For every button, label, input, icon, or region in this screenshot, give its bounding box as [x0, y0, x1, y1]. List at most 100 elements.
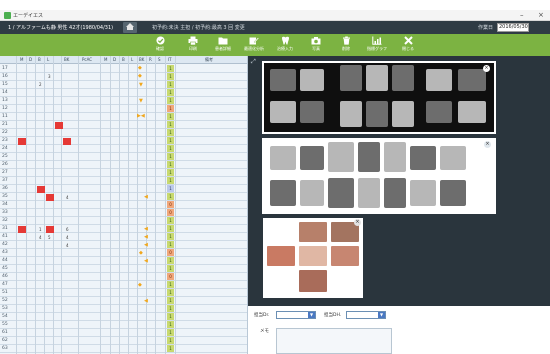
table-row[interactable]: 32 1: [0, 217, 247, 225]
status-badge[interactable]: 1: [167, 89, 174, 96]
table-row[interactable]: 11 1: [0, 113, 247, 121]
memo-textarea[interactable]: [276, 328, 392, 354]
table-row[interactable]: 23 1: [0, 137, 247, 145]
status-badge[interactable]: 1: [167, 153, 174, 160]
status-badge[interactable]: 1: [167, 105, 174, 112]
table-row[interactable]: 63 1: [0, 345, 247, 353]
table-row[interactable]: 21 1: [0, 121, 247, 129]
table-row[interactable]: 53 1: [0, 305, 247, 313]
index-graph-button[interactable]: 指標グラフ: [364, 35, 390, 55]
status-badge[interactable]: 1: [167, 297, 174, 304]
status-badge[interactable]: 1: [167, 193, 174, 200]
table-row[interactable]: 34 0: [0, 201, 247, 209]
table-row[interactable]: 45 1: [0, 265, 247, 273]
status-badge[interactable]: 1: [167, 145, 174, 152]
status-badge[interactable]: 1: [167, 97, 174, 104]
xray-series-top[interactable]: ×: [262, 61, 496, 134]
marked-cell[interactable]: [37, 186, 45, 193]
home-icon[interactable]: [123, 22, 137, 33]
status-badge[interactable]: 1: [167, 137, 174, 144]
marked-cell[interactable]: [18, 138, 26, 145]
status-badge[interactable]: 1: [167, 217, 174, 224]
status-badge[interactable]: 1: [167, 345, 174, 352]
analysis-button[interactable]: 最適化分析: [241, 35, 267, 55]
xray-series-middle[interactable]: ×: [262, 138, 496, 214]
table-row[interactable]: 17 1: [0, 65, 247, 73]
table-row[interactable]: 46 0: [0, 273, 247, 281]
table-row[interactable]: 16 1: [0, 73, 247, 81]
table-row[interactable]: 61 1: [0, 329, 247, 337]
table-row[interactable]: 52 1: [0, 297, 247, 305]
table-row[interactable]: 35 1: [0, 193, 247, 201]
doctor-select[interactable]: ▼: [276, 311, 316, 319]
status-badge[interactable]: 1: [167, 81, 174, 88]
status-badge[interactable]: 1: [167, 73, 174, 80]
status-badge[interactable]: 1: [167, 177, 174, 184]
marked-cell[interactable]: [46, 226, 54, 233]
table-row[interactable]: 27 1: [0, 169, 247, 177]
table-row[interactable]: 62 1: [0, 337, 247, 345]
table-row[interactable]: 33 0: [0, 209, 247, 217]
table-row[interactable]: 13 1: [0, 97, 247, 105]
marked-cell[interactable]: [63, 138, 71, 145]
close-icon[interactable]: ×: [484, 141, 491, 148]
table-row[interactable]: 31 1: [0, 225, 247, 233]
minimize-icon[interactable]: –: [520, 11, 524, 20]
status-badge[interactable]: 1: [167, 305, 174, 312]
expand-icon[interactable]: ⤢: [251, 58, 256, 66]
table-row[interactable]: 44 1: [0, 257, 247, 265]
status-badge[interactable]: 0: [167, 249, 174, 256]
table-row[interactable]: 47 1: [0, 281, 247, 289]
treatment-input-button[interactable]: 治療入力: [272, 35, 298, 55]
table-row[interactable]: 25 1: [0, 153, 247, 161]
close-icon[interactable]: ×: [483, 65, 490, 72]
table-row[interactable]: 51 1: [0, 289, 247, 297]
table-row[interactable]: 24 1: [0, 145, 247, 153]
status-badge[interactable]: 1: [167, 321, 174, 328]
table-row[interactable]: 22 1: [0, 129, 247, 137]
photo-button[interactable]: 写真: [303, 35, 329, 55]
patient-detail-button[interactable]: 患者詳細: [210, 35, 236, 55]
marked-cell[interactable]: [46, 194, 54, 201]
marked-cell[interactable]: [55, 122, 63, 129]
status-badge[interactable]: 1: [167, 241, 174, 248]
table-row[interactable]: 41 1: [0, 233, 247, 241]
status-badge[interactable]: 0: [167, 209, 174, 216]
status-badge[interactable]: 1: [167, 289, 174, 296]
delete-button[interactable]: 削除: [333, 35, 359, 55]
table-row[interactable]: 42 1: [0, 241, 247, 249]
print-button[interactable]: 印刷: [180, 35, 206, 55]
close-button[interactable]: 閉じる: [395, 35, 421, 55]
status-badge[interactable]: 1: [167, 257, 174, 264]
work-date-input[interactable]: 2016/05/30: [497, 23, 529, 32]
table-row[interactable]: 12 1: [0, 105, 247, 113]
status-badge[interactable]: 1: [167, 329, 174, 336]
close-icon[interactable]: ×: [354, 219, 361, 226]
status-badge[interactable]: 1: [167, 185, 174, 192]
status-badge[interactable]: 1: [167, 121, 174, 128]
status-badge[interactable]: 1: [167, 265, 174, 272]
status-badge[interactable]: 1: [167, 225, 174, 232]
table-row[interactable]: 37 1: [0, 177, 247, 185]
status-badge[interactable]: 1: [167, 337, 174, 344]
status-badge[interactable]: 1: [167, 233, 174, 240]
status-badge[interactable]: 1: [167, 65, 174, 72]
status-badge[interactable]: 1: [167, 169, 174, 176]
marked-cell[interactable]: [18, 226, 26, 233]
hygienist-select[interactable]: ▼: [346, 311, 386, 319]
status-badge[interactable]: 0: [167, 201, 174, 208]
table-row[interactable]: 54 1: [0, 313, 247, 321]
table-row[interactable]: 55 1: [0, 321, 247, 329]
status-badge[interactable]: 1: [167, 281, 174, 288]
table-row[interactable]: 26 1: [0, 161, 247, 169]
table-row[interactable]: 43 0: [0, 249, 247, 257]
status-badge[interactable]: 1: [167, 161, 174, 168]
confirm-button[interactable]: 確認: [147, 35, 173, 55]
status-badge[interactable]: 1: [167, 113, 174, 120]
status-badge[interactable]: 0: [167, 273, 174, 280]
table-row[interactable]: 14 1: [0, 89, 247, 97]
status-badge[interactable]: 1: [167, 129, 174, 136]
intraoral-photos[interactable]: ×: [263, 218, 363, 298]
close-window-icon[interactable]: ×: [538, 11, 544, 20]
table-row[interactable]: 15 1: [0, 81, 247, 89]
